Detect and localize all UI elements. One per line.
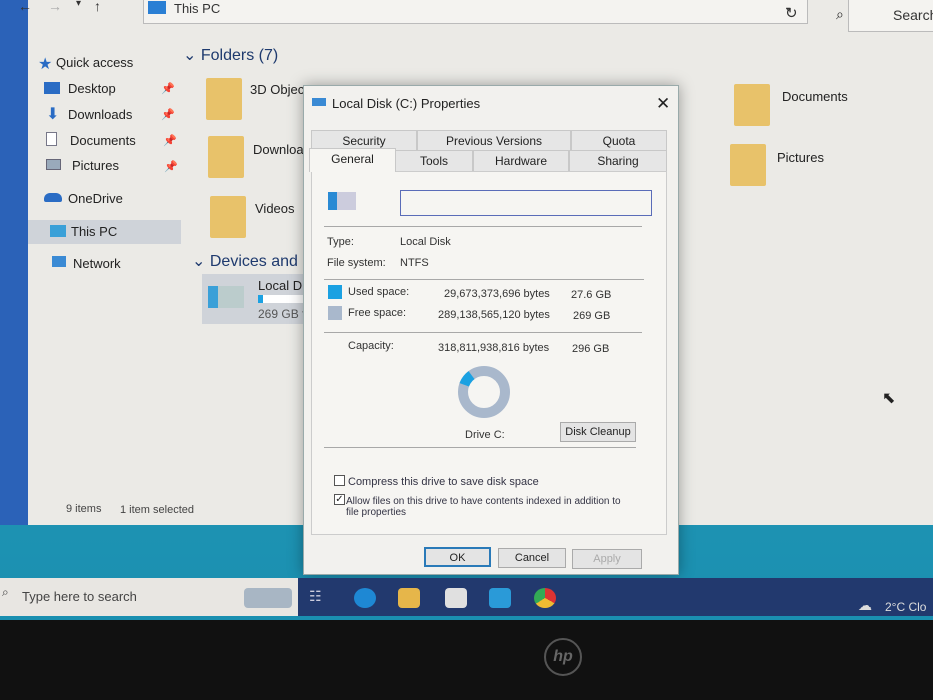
weather-text[interactable]: 2°C Clo [885, 600, 926, 614]
forward-icon[interactable]: → [48, 0, 62, 14]
used-space-label: Used space: [348, 286, 410, 298]
drive-icon [312, 98, 326, 106]
tab-previous-versions[interactable]: Previous Versions [417, 130, 571, 152]
capacity-gb: 296 GB [572, 343, 610, 355]
compress-checkbox[interactable] [334, 475, 345, 486]
sidebar-item-network[interactable]: Network [73, 256, 121, 271]
download-icon: ⬇ [46, 106, 60, 123]
sidebar-item-desktop[interactable]: Desktop [68, 81, 116, 96]
tab-tools[interactable]: Tools [395, 150, 473, 172]
tab-sharing[interactable]: Sharing [569, 150, 667, 172]
this-pc-icon [50, 225, 66, 237]
pictures-folder-icon[interactable] [730, 144, 766, 186]
tab-hardware[interactable]: Hardware [473, 150, 569, 172]
apply-button[interactable]: Apply [572, 549, 642, 569]
local-disk-item[interactable]: Local Dis 269 GB fr [202, 274, 312, 324]
mouse-cursor-icon: ⬉ [882, 390, 896, 407]
sidebar-item-downloads[interactable]: Downloads [68, 107, 132, 122]
store-icon[interactable] [445, 588, 467, 608]
file-system-label: File system: [327, 257, 386, 269]
pin-icon[interactable]: 📌 [163, 134, 177, 147]
index-label: Allow files on this drive to have conten… [346, 496, 621, 518]
tab-general[interactable]: General [309, 148, 396, 172]
tab-quota[interactable]: Quota [571, 130, 667, 152]
drive-name-input[interactable] [400, 190, 652, 216]
free-space-swatch [328, 306, 342, 320]
dialog-title: Local Disk (C:) Properties [332, 96, 481, 111]
sidebar-item-this-pc[interactable]: This PC [28, 220, 181, 244]
free-space-bytes: 289,138,565,120 bytes [438, 309, 550, 321]
free-space-label: Free space: [348, 307, 407, 319]
disk-usage-donut [458, 366, 510, 418]
pin-icon[interactable]: 📌 [164, 160, 178, 173]
document-icon [46, 132, 57, 146]
folder-label[interactable]: Videos [255, 201, 295, 216]
search-highlight-icon[interactable] [244, 588, 292, 608]
downloads-folder-icon[interactable] [208, 136, 244, 178]
search-input[interactable]: Search This [848, 0, 933, 32]
task-view-icon[interactable]: ☷ [309, 588, 331, 608]
free-space-gb: 269 GB [573, 310, 611, 322]
weather-cloud-icon[interactable]: ☁ [858, 597, 872, 614]
search-icon: ⌕ [836, 6, 844, 22]
folder-label[interactable]: Downloa [253, 142, 304, 157]
star-icon: ★ [38, 56, 53, 73]
up-icon[interactable]: ↑ [94, 0, 101, 14]
file-system-value: NTFS [400, 257, 429, 269]
used-space-swatch [328, 285, 342, 299]
this-pc-icon [148, 1, 166, 14]
folder-label[interactable]: 3D Objec [250, 82, 304, 97]
drive-icon [328, 192, 356, 210]
drive-icon [208, 286, 244, 308]
mail-icon[interactable] [489, 588, 511, 608]
ok-button[interactable]: OK [424, 547, 491, 567]
videos-folder-icon[interactable] [210, 196, 246, 238]
status-selection: 1 item selected [120, 504, 194, 516]
sidebar-item-pictures[interactable]: Pictures [72, 158, 119, 173]
breadcrumb[interactable]: This PC [174, 1, 220, 16]
cancel-button[interactable]: Cancel [498, 548, 566, 568]
address-bar[interactable]: This PC ⌄ [143, 0, 808, 24]
type-value: Local Disk [400, 236, 451, 248]
close-icon[interactable]: ✕ [656, 94, 670, 114]
sidebar-item-documents[interactable]: Documents [70, 133, 136, 148]
capacity-bytes: 318,811,938,816 bytes [438, 342, 550, 354]
refresh-icon[interactable]: ↻ [785, 4, 798, 22]
pictures-icon [46, 159, 61, 170]
used-space-bytes: 29,673,373,696 bytes [444, 288, 550, 300]
used-space-gb: 27.6 GB [571, 289, 612, 301]
pin-icon[interactable]: 📌 [161, 108, 175, 121]
folder-label[interactable]: Documents [782, 89, 848, 104]
type-label: Type: [327, 236, 354, 248]
folders-section-header[interactable]: ⌄ Folders (7) [183, 45, 278, 65]
hp-logo-icon: hp [544, 638, 582, 676]
chevron-down-icon: ⌄ [192, 253, 210, 270]
recent-chevron-icon[interactable]: ▾ [76, 0, 81, 9]
documents-folder-icon[interactable] [734, 84, 770, 126]
chevron-down-icon: ⌄ [183, 47, 201, 64]
disk-cleanup-button[interactable]: Disk Cleanup [560, 422, 636, 442]
compress-label: Compress this drive to save disk space [348, 476, 539, 488]
index-checkbox[interactable]: ✓ [334, 494, 345, 505]
network-icon [52, 256, 66, 267]
3d-objects-folder-icon[interactable] [206, 78, 242, 120]
drive-label: Drive C: [465, 429, 505, 441]
devices-section-header[interactable]: ⌄ Devices and dr [192, 251, 317, 271]
sidebar-item-onedrive[interactable]: OneDrive [68, 191, 123, 206]
desktop-icon [44, 82, 60, 94]
chrome-icon[interactable] [534, 588, 556, 608]
edge-icon[interactable] [354, 588, 376, 608]
search-icon: ⌕ [2, 585, 9, 599]
back-icon[interactable]: ← [18, 0, 32, 14]
file-explorer-taskbar-icon[interactable] [398, 588, 420, 608]
pin-icon[interactable]: 📌 [161, 82, 175, 95]
capacity-label: Capacity: [348, 340, 394, 352]
onedrive-icon [44, 193, 62, 202]
sidebar-item-quick-access[interactable]: Quick access [56, 55, 133, 70]
folder-label[interactable]: Pictures [777, 150, 824, 165]
status-item-count: 9 items [66, 503, 102, 515]
properties-dialog: Local Disk (C:) Properties ✕ Security Pr… [303, 85, 679, 575]
